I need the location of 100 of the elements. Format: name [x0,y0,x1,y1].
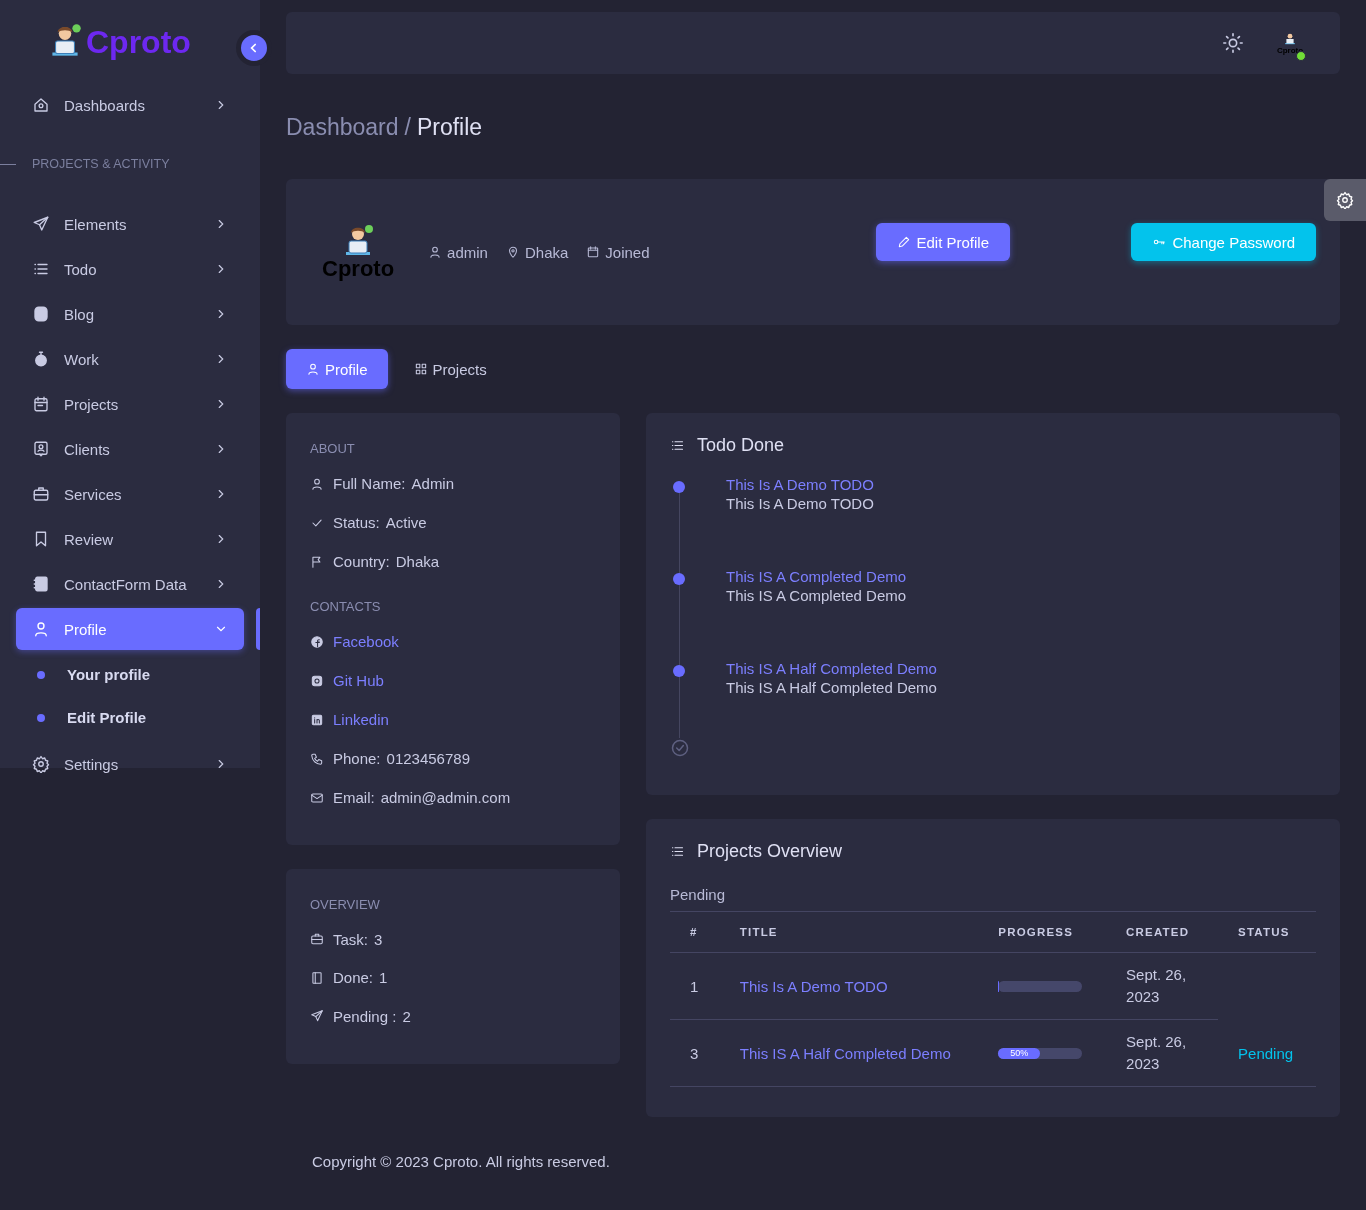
sidebar-item[interactable]: Clients [16,428,244,470]
column-header: TITLE [739,926,778,938]
section-heading: ABOUT [310,441,356,456]
briefcase-icon [310,932,324,947]
profile-logo-text: Cproto [322,256,395,282]
tab[interactable]: Profile [286,349,388,389]
sidebar-item[interactable]: Todo [16,248,244,290]
field-label: Country: [333,553,390,570]
flag-icon [310,554,324,569]
nav-icon [32,215,50,233]
nav-icon [32,350,50,368]
camera-icon [310,673,324,688]
field-value: admin@admin.com [380,789,511,806]
table-caption: Pending [670,886,727,903]
field-value: 2 [402,1007,411,1025]
sidebar-item[interactable]: Services [16,473,244,515]
nav-icon [32,485,50,503]
calendar-icon [586,245,601,259]
field-value: Admin [411,475,455,492]
table-cell: Sept. 26, 2023 [1126,966,1187,1005]
list-icon [670,844,685,859]
breadcrumb-link[interactable]: Dashboard [286,114,399,141]
nav-icon [32,440,50,458]
project-title-link[interactable]: This IS A Half Completed Demo [739,1044,951,1062]
column-header: STATUS [1238,926,1290,938]
sidebar-item[interactable]: Elements [16,203,244,245]
table-cell: Sept. 26, 2023 [1126,1033,1187,1072]
tab[interactable]: Projects [393,349,507,389]
sidebar-item[interactable]: Work [16,338,244,380]
sidebar-item[interactable]: Dashboards [16,84,244,126]
field-label: Task: [333,930,368,948]
contact-link[interactable]: Facebook [333,633,399,650]
todo-title-link[interactable]: This IS A Half Completed Demo [726,660,1316,677]
todo-description: This IS A Half Completed Demo [726,679,938,696]
contact-link[interactable]: Git Hub [333,672,384,689]
section-heading: OVERVIEW [310,897,381,912]
column-header: # [690,926,698,938]
contact-link[interactable]: Linkedin [333,711,389,728]
sidebar-subitem[interactable]: Edit Profile [0,696,260,739]
edit-profile-button[interactable]: Edit Profile [875,223,1011,261]
breadcrumb-separator: / [404,114,411,141]
settings-icon [1336,191,1354,209]
todo-title-link[interactable]: This IS A Completed Demo [726,568,1316,585]
progress-label: 50% [1010,1048,1029,1058]
profile-meta: admin [447,243,488,261]
card-title: Todo Done [697,435,785,456]
document-icon [310,970,324,985]
section-heading: CONTACTS [310,599,382,614]
page-title: Profile [416,114,483,141]
todo-description: This IS A Completed Demo [726,587,908,604]
profile-meta: Dhaka [524,243,569,261]
sidebar-item[interactable]: ContactForm Data [16,563,244,605]
column-header: PROGRESS [998,926,1074,938]
timeline-dot [673,481,685,493]
nav-icon [32,96,50,114]
sidebar-item[interactable]: Blog [16,293,244,335]
column-header: CREATED [1126,926,1190,938]
card-title: Projects Overview [697,841,843,862]
list-icon [670,438,685,453]
pencil-icon [896,235,911,249]
field-label: Status: [333,514,380,531]
nav-icon [32,575,50,593]
timeline-dot [673,573,685,585]
send-icon [310,1009,324,1024]
sidebar-item[interactable]: Profile [16,608,244,650]
settings-button[interactable] [1324,179,1366,221]
field-value: Active [385,514,427,531]
todo-description: This Is A Demo TODO [726,495,875,512]
sidebar-item[interactable]: Settings [16,743,244,785]
todo-title-link[interactable]: This Is A Demo TODO [726,476,1316,493]
facebook-icon [310,634,324,649]
nav-icon [32,755,50,773]
nav-icon [32,620,50,638]
field-label: Done: [333,969,374,987]
nav-icon [32,305,50,323]
theme-toggle-icon [1222,32,1244,54]
nav-icon [32,395,50,413]
user-icon [310,476,324,491]
grid-icon [413,362,428,376]
field-value: 0123456789 [386,750,470,767]
sidebar-item[interactable]: Projects [16,383,244,425]
copyright-text: Copyright © 2023 Cproto. All rights reserved. [312,1153,610,1170]
field-label: Email: [333,789,375,806]
phone-icon [310,751,324,766]
section-heading: PROJECTS & ACTIVITY [32,157,170,171]
check-circle-icon [670,738,690,758]
field-value: Dhaka [395,553,440,570]
user-icon [306,362,320,376]
field-value: 1 [379,969,388,987]
project-title-link[interactable]: This Is A Demo TODO [739,977,888,995]
field-label: Pending : [333,1007,397,1025]
field-label: Phone: [333,750,381,767]
mail-icon [310,790,324,805]
table-cell: 3 [690,1044,699,1062]
user-icon [428,245,443,259]
timeline-dot [673,665,685,677]
field-label: Full Name: [333,475,406,492]
linkedin-icon [310,712,324,727]
sidebar-item[interactable]: Review [16,518,244,560]
sidebar-subitem[interactable]: Your profile [0,653,260,696]
